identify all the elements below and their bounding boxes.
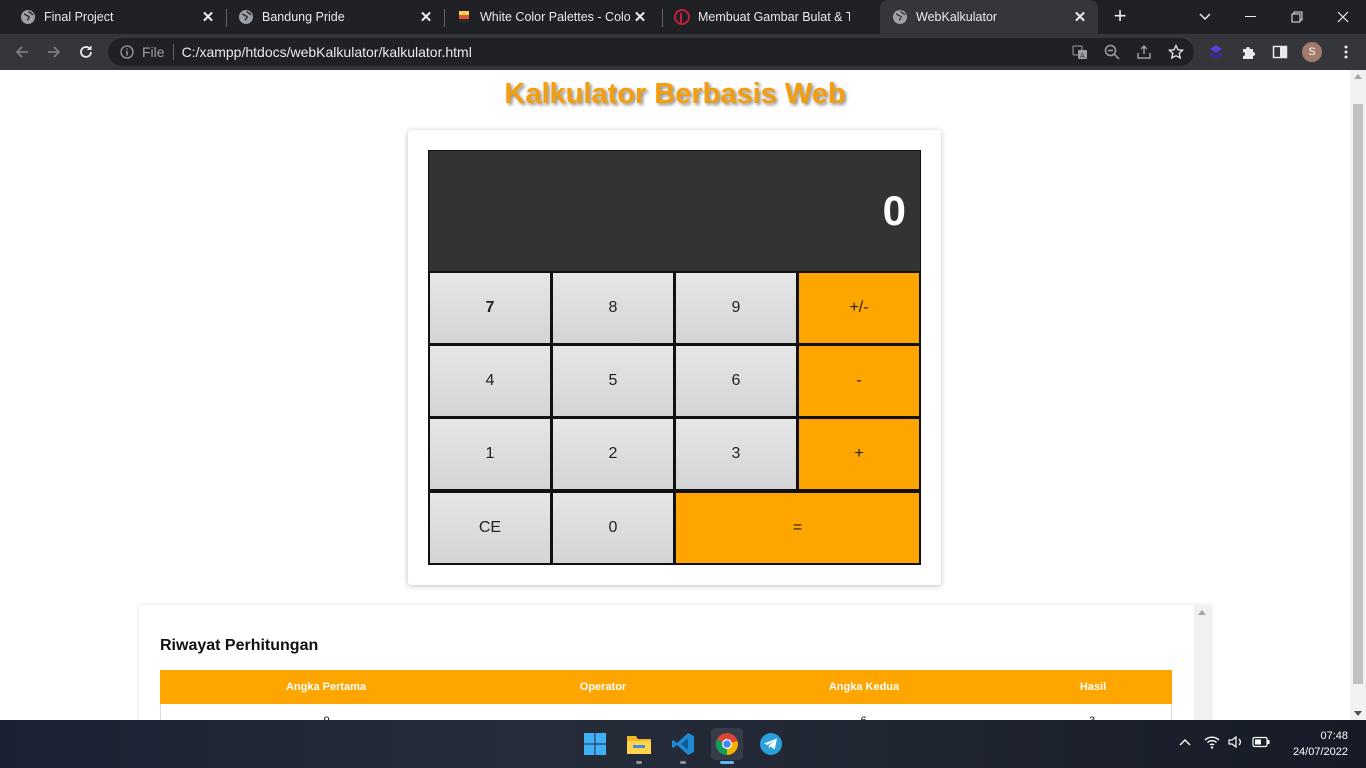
table-row: 9 6 3 — [160, 704, 1172, 720]
file-explorer-icon[interactable] — [623, 728, 655, 764]
clock-date: 24/07/2022 — [1292, 746, 1348, 758]
address-bar[interactable]: File C:/xampp/htdocs/webKalkulator/kalku… — [108, 38, 1194, 66]
key-clear-entry[interactable]: CE — [428, 491, 552, 565]
history-table: Angka Pertama Operator Angka Kedua Hasil… — [160, 670, 1172, 720]
tab-title: WebKalkulator — [916, 10, 998, 24]
table-header: Angka Pertama Operator Angka Kedua Hasil — [160, 670, 1172, 704]
page-scrollbar[interactable] — [1350, 70, 1366, 720]
back-button[interactable] — [10, 40, 34, 64]
key-9[interactable]: 9 — [674, 271, 798, 345]
key-minus[interactable]: - — [797, 344, 921, 418]
key-5[interactable]: 5 — [551, 344, 675, 418]
table-cell — [492, 704, 714, 720]
column-header: Angka Kedua — [828, 681, 900, 693]
puzzle-icon[interactable] — [1238, 42, 1258, 62]
taskbar: 07:48 24/07/2022 — [0, 720, 1366, 768]
close-tab-icon[interactable]: ✕ — [416, 7, 436, 27]
globe-icon — [892, 9, 908, 25]
key-6[interactable]: 6 — [674, 344, 798, 418]
column-header: Angka Pertama — [285, 681, 367, 693]
restore-button[interactable] — [1274, 0, 1320, 34]
tab-membuat-gambar[interactable]: Membuat Gambar Bulat & Teks — [654, 0, 880, 34]
page-content: Kalkulator Berbasis Web 0 7 8 9 +/- 4 5 … — [0, 70, 1350, 720]
battery-icon[interactable] — [1251, 732, 1271, 752]
svg-text:A: A — [1080, 52, 1085, 60]
history-panel: Riwayat Perhitungan Angka Pertama Operat… — [139, 605, 1211, 720]
tab-webkalkulator[interactable]: WebKalkulator ✕ — [880, 0, 1098, 34]
vscode-icon[interactable] — [667, 728, 699, 764]
key-2[interactable]: 2 — [551, 417, 675, 491]
divider — [172, 44, 174, 60]
close-window-button[interactable] — [1320, 0, 1366, 34]
tab-title: Final Project — [44, 10, 114, 24]
info-icon[interactable] — [120, 45, 134, 59]
page-title: Kalkulator Berbasis Web — [504, 78, 846, 110]
profile-avatar[interactable]: S — [1302, 42, 1322, 62]
running-indicator — [680, 761, 686, 764]
menu-dots-icon[interactable] — [1336, 42, 1356, 62]
column-header: Operator — [579, 681, 627, 693]
scroll-up-arrow-icon[interactable] — [1354, 74, 1362, 79]
tab-title: White Color Palettes - Color Hunt — [480, 10, 630, 24]
calculator: 0 7 8 9 +/- 4 5 6 - 1 2 3 + CE 0 = — [408, 130, 941, 585]
tab-strip: Final Project ✕ Bandung Pride ✕ White Co… — [0, 0, 1366, 34]
close-tab-icon[interactable]: ✕ — [1070, 7, 1090, 27]
zoom-icon[interactable] — [1102, 42, 1122, 62]
extension-icon[interactable] — [1206, 42, 1226, 62]
share-icon[interactable] — [1134, 42, 1154, 62]
history-scrollbar[interactable] — [1194, 605, 1211, 720]
table-cell: 3 — [1013, 704, 1171, 720]
system-clock[interactable]: 07:48 24/07/2022 — [1280, 728, 1348, 760]
wifi-icon[interactable] — [1202, 732, 1222, 752]
close-tab-icon[interactable]: ✕ — [630, 7, 650, 27]
tab-title: Membuat Gambar Bulat & Teks — [698, 10, 850, 24]
table-cell: 9 — [161, 704, 492, 720]
translate-icon[interactable]: A — [1070, 42, 1090, 62]
browser-toolbar: File C:/xampp/htdocs/webKalkulator/kalku… — [0, 34, 1366, 70]
key-plus-minus[interactable]: +/- — [797, 271, 921, 345]
scheme-label: File — [142, 44, 165, 60]
url-text[interactable]: C:/xampp/htdocs/webKalkulator/kalkulator… — [182, 44, 472, 60]
running-indicator — [636, 761, 642, 764]
tab-title: Bandung Pride — [262, 10, 345, 24]
key-3[interactable]: 3 — [674, 417, 798, 491]
volume-icon[interactable] — [1226, 732, 1246, 752]
chrome-icon[interactable] — [711, 728, 743, 764]
table-cell: 6 — [714, 704, 1013, 720]
key-4[interactable]: 4 — [428, 344, 552, 418]
scroll-up-arrow-icon[interactable] — [1198, 610, 1206, 615]
tab-search-icon[interactable] — [1182, 0, 1228, 34]
key-equals[interactable]: = — [674, 491, 921, 565]
colorhunt-icon — [456, 9, 472, 25]
close-tab-icon[interactable]: ✕ — [198, 7, 218, 27]
windows-start-icon[interactable] — [579, 728, 611, 760]
tab-color-hunt[interactable]: White Color Palettes - Color Hunt ✕ — [436, 0, 662, 34]
minimize-button[interactable] — [1228, 0, 1274, 34]
forward-button[interactable] — [42, 40, 66, 64]
key-8[interactable]: 8 — [551, 271, 675, 345]
bookmark-star-icon[interactable] — [1166, 42, 1186, 62]
scroll-down-arrow-icon[interactable] — [1354, 711, 1362, 716]
tab-bandung-pride[interactable]: Bandung Pride ✕ — [218, 0, 444, 34]
column-header: Hasil — [1079, 681, 1107, 693]
scrollbar-thumb[interactable] — [1353, 104, 1363, 684]
chevron-up-icon[interactable] — [1175, 732, 1195, 752]
clock-time: 07:48 — [1320, 730, 1348, 742]
pinterest-icon — [674, 9, 690, 25]
telegram-icon[interactable] — [755, 728, 787, 760]
globe-icon — [20, 9, 36, 25]
key-1[interactable]: 1 — [428, 417, 552, 491]
key-7[interactable]: 7 — [428, 271, 552, 345]
tab-final-project[interactable]: Final Project ✕ — [0, 0, 226, 34]
key-plus[interactable]: + — [797, 417, 921, 491]
calculator-display: 0 — [428, 150, 921, 272]
side-panel-icon[interactable] — [1270, 42, 1290, 62]
new-tab-button[interactable]: + — [1108, 5, 1132, 29]
reload-button[interactable] — [74, 40, 98, 64]
history-heading: Riwayat Perhitungan — [160, 637, 319, 654]
running-indicator — [720, 761, 734, 764]
key-0[interactable]: 0 — [551, 491, 675, 565]
globe-icon — [238, 9, 254, 25]
